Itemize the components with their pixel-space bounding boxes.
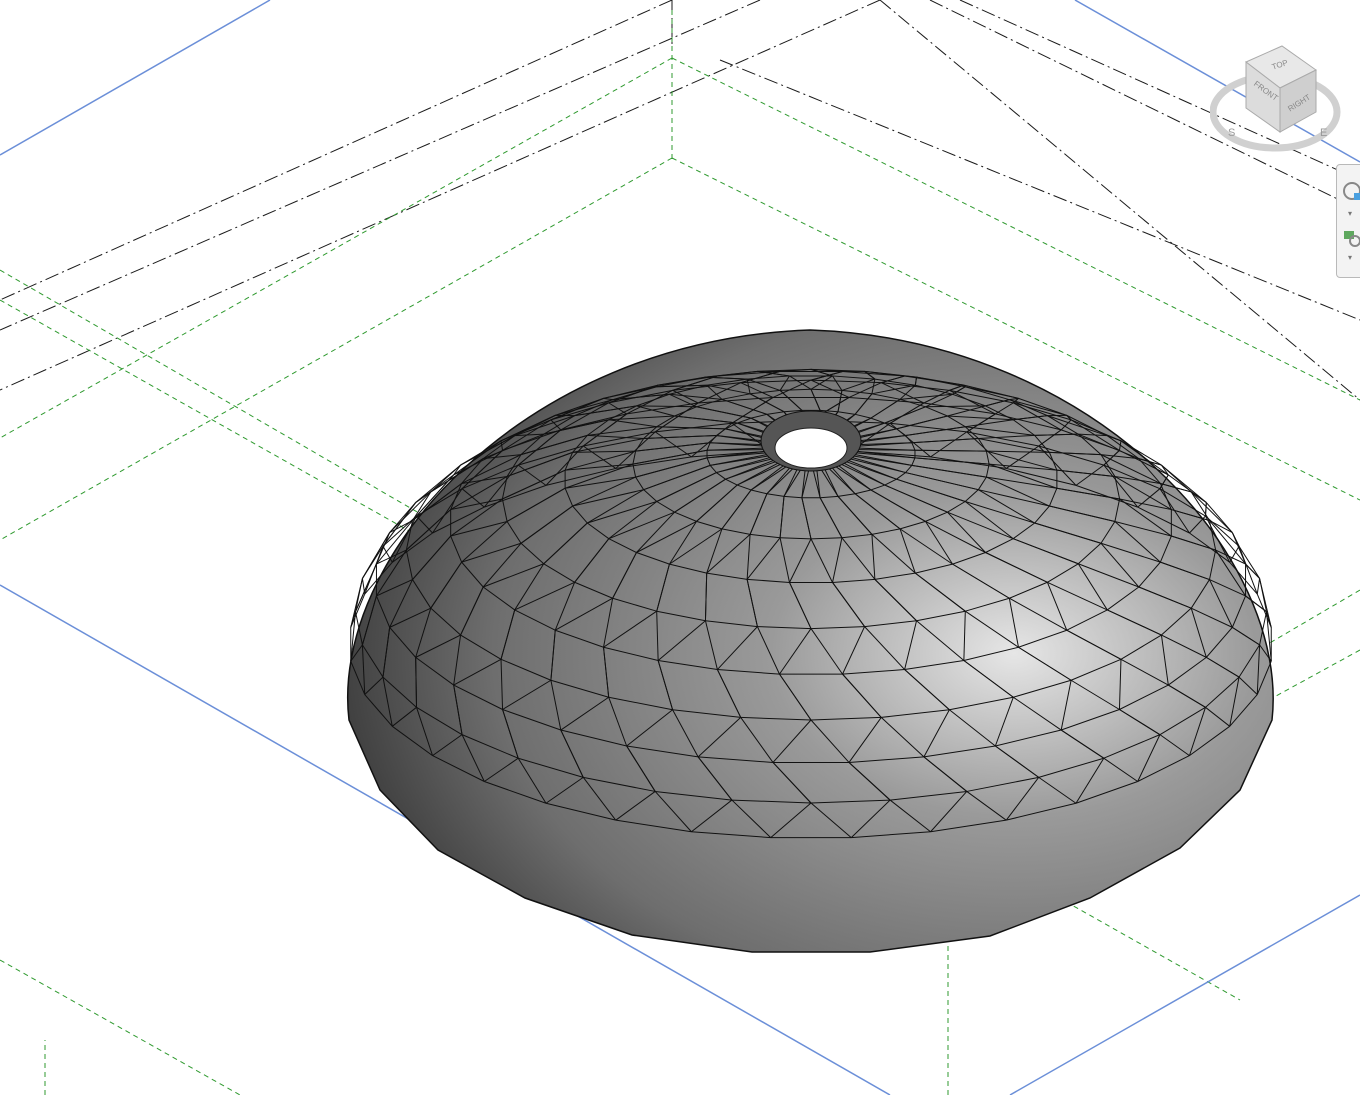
- geodesic-dome[interactable]: [347, 329, 1274, 953]
- dome-oculus: [774, 427, 848, 469]
- mesh-edge: [1245, 563, 1260, 579]
- navigation-bar[interactable]: ▾ ▾: [1336, 164, 1360, 278]
- viewcube[interactable]: S E TOP FRONT RIGHT: [1209, 40, 1350, 160]
- 3d-viewport[interactable]: [0, 0, 1360, 1095]
- mesh-edge: [1256, 578, 1261, 595]
- compass-east[interactable]: E: [1320, 127, 1327, 139]
- zoom-menu-arrow[interactable]: ▾: [1348, 253, 1352, 262]
- mesh-edge: [1204, 502, 1207, 517]
- compass-south[interactable]: S: [1228, 127, 1235, 139]
- steering-wheel-menu-arrow[interactable]: ▾: [1348, 209, 1352, 218]
- reference-plane-lines: [0, 0, 1360, 401]
- mesh-edge: [361, 578, 366, 595]
- mesh-edge: [1231, 532, 1240, 547]
